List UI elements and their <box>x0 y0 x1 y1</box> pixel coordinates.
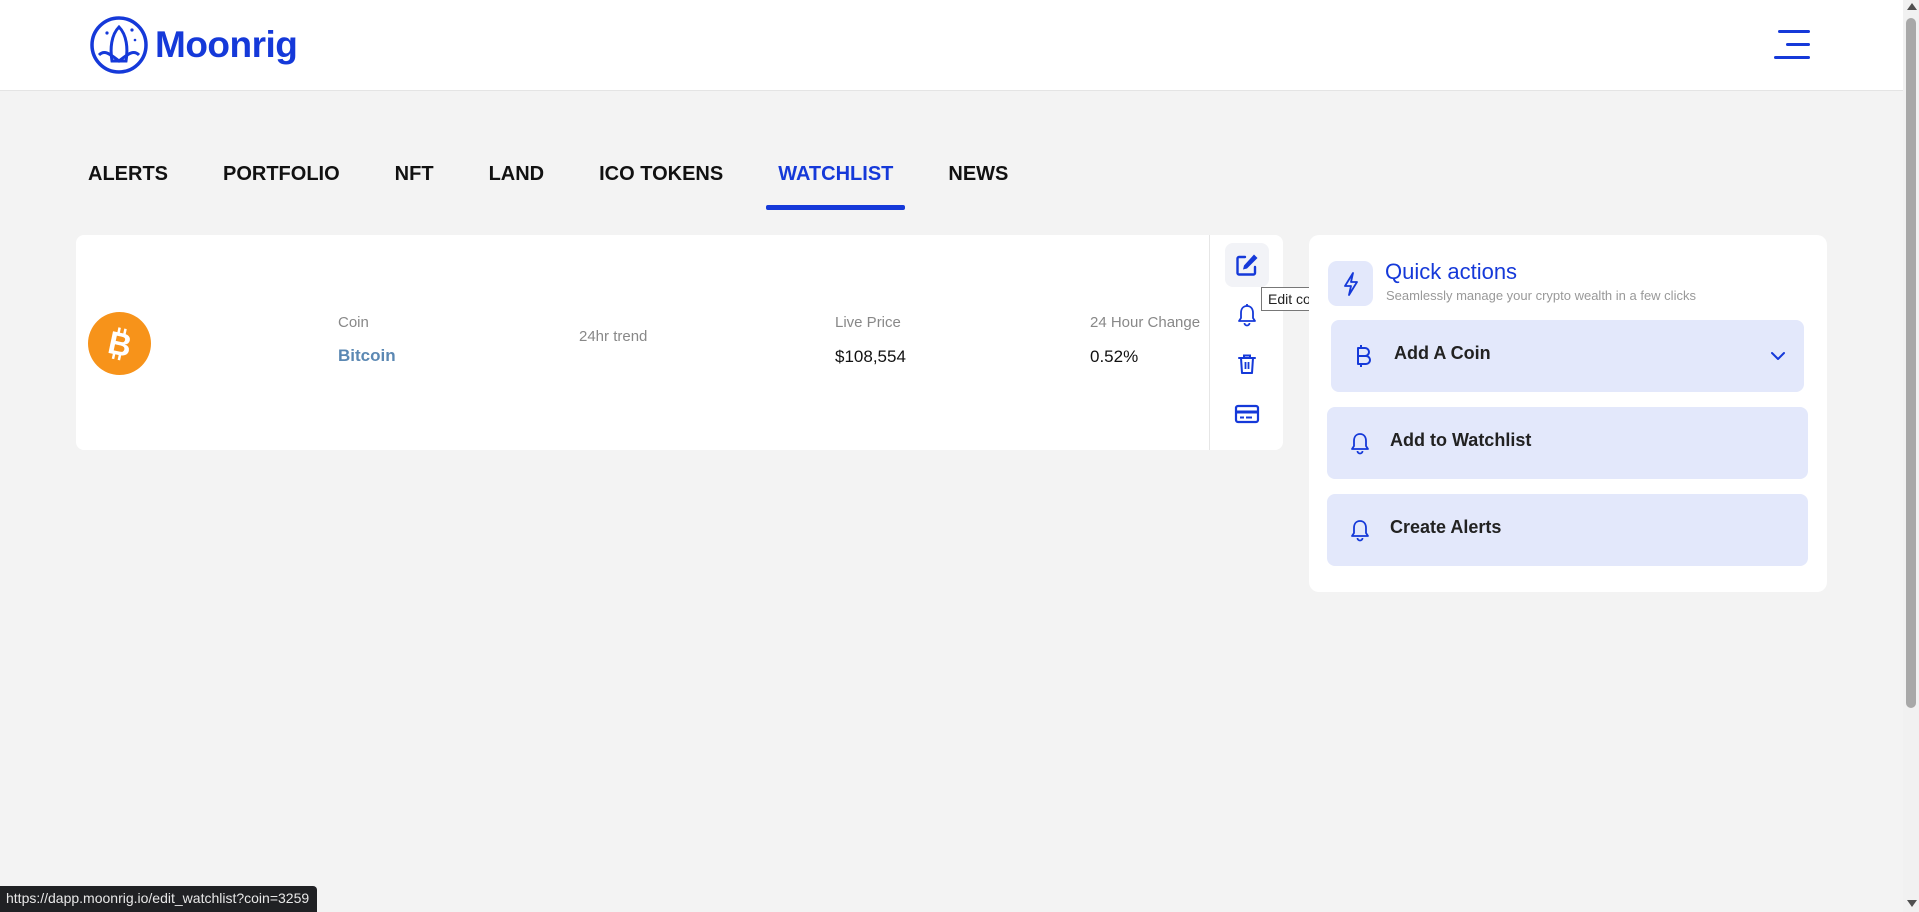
live-price-value: $108,554 <box>835 347 906 366</box>
brand-name: Moonrig <box>155 24 298 65</box>
vertical-scrollbar[interactable] <box>1903 0 1919 912</box>
tab-portfolio[interactable]: PORTFOLIO <box>211 158 352 210</box>
section-tabs: ALERTS PORTFOLIO NFT LAND ICO TOKENS WAT… <box>76 158 1051 210</box>
chevron-down-icon <box>1770 348 1786 366</box>
trash-icon[interactable] <box>1225 342 1269 386</box>
bitcoin-outline-icon <box>1353 344 1375 373</box>
scroll-up-arrow-icon[interactable] <box>1907 3 1917 10</box>
create-alerts-button[interactable]: Create Alerts <box>1327 494 1808 566</box>
link-status-bar: https://dapp.moonrig.io/edit_watchlist?c… <box>0 886 318 912</box>
tab-land[interactable]: LAND <box>477 158 557 210</box>
tab-news[interactable]: NEWS <box>936 158 1020 210</box>
trend-column-label: 24hr trend <box>579 328 648 345</box>
create-alerts-label: Create Alerts <box>1390 517 1502 537</box>
tab-ico-tokens[interactable]: ICO TOKENS <box>587 158 735 210</box>
change-column-label: 24 Hour Change <box>1090 314 1201 331</box>
bitcoin-icon: B <box>88 312 151 375</box>
quick-actions-subtitle: Seamlessly manage your crypto wealth in … <box>1386 288 1696 303</box>
coin-name-link[interactable]: Bitcoin <box>338 346 396 366</box>
add-to-watchlist-button[interactable]: Add to Watchlist <box>1327 407 1808 479</box>
scroll-thumb[interactable] <box>1906 18 1916 708</box>
row-actions <box>1209 235 1283 450</box>
scroll-down-arrow-icon[interactable] <box>1907 900 1917 907</box>
add-a-coin-label: Add A Coin <box>1394 343 1491 363</box>
quick-actions-panel: Quick actions Seamlessly manage your cry… <box>1309 235 1827 592</box>
card-icon[interactable] <box>1225 392 1269 436</box>
tab-watchlist[interactable]: WATCHLIST <box>766 158 906 210</box>
quick-actions-title: Quick actions <box>1385 259 1518 284</box>
change-value: 0.52% <box>1090 347 1139 366</box>
brand-logo[interactable]: Moonrig <box>89 15 298 75</box>
add-to-watchlist-label: Add to Watchlist <box>1390 430 1532 450</box>
top-navbar: Moonrig <box>0 0 1903 91</box>
moonrig-logo-icon <box>90 16 148 74</box>
bell-icon <box>1349 518 1371 547</box>
add-a-coin-dropdown[interactable]: Add A Coin <box>1331 320 1804 392</box>
hamburger-menu-icon[interactable] <box>1770 28 1810 60</box>
tab-alerts[interactable]: ALERTS <box>76 158 180 210</box>
watchlist-row-card: B Coin Bitcoin 24hr trend Live Price $10… <box>76 235 1283 450</box>
tab-nft[interactable]: NFT <box>383 158 446 210</box>
bell-icon <box>1349 431 1371 460</box>
lightning-icon <box>1328 261 1373 306</box>
edit-icon[interactable] <box>1225 243 1269 287</box>
price-column-label: Live Price <box>835 314 901 331</box>
coin-column-label: Coin <box>338 314 369 331</box>
